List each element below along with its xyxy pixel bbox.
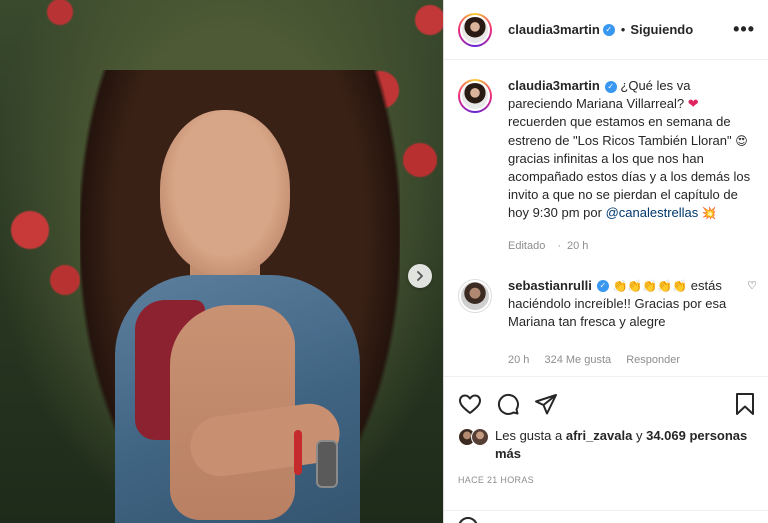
likes-text: Les gusta a afri_zavala y 34.069 persona… [495, 427, 755, 463]
clap-emoji-icon: 👏👏👏👏👏 [612, 278, 688, 293]
comment-icon [497, 393, 519, 415]
post-actions: Les gusta a afri_zavala y 34.069 persona… [444, 376, 768, 485]
share-icon [535, 394, 557, 415]
heart-eyes-emoji-icon: 😍 [735, 133, 748, 148]
likes-connector: y [635, 428, 643, 443]
photo-bracelet [294, 430, 302, 475]
comment-button[interactable] [496, 392, 520, 416]
photo-face [160, 110, 290, 275]
comment-likes[interactable]: 324 Me gusta [544, 354, 611, 366]
comment-username[interactable]: sebastianrulli [508, 278, 592, 293]
caption-dot: · [557, 239, 561, 252]
likes-summary: Les gusta a afri_zavala y 34.069 persona… [458, 427, 755, 463]
author-username[interactable]: claudia3martin [508, 22, 600, 37]
like-button[interactable] [458, 393, 482, 415]
comment-text: sebastianrulli ✓ 👏👏👏👏👏 estás haciéndolo i… [508, 277, 737, 332]
caption-text: claudia3martin ✓ ¿Qué les va pareciendo M… [508, 77, 755, 223]
caption-meta: Editado · 20 h [508, 237, 755, 255]
bookmark-icon [736, 393, 754, 415]
share-button[interactable] [534, 392, 558, 416]
commenter-avatar[interactable] [458, 278, 492, 313]
next-image-button[interactable] [408, 264, 432, 288]
save-button[interactable] [735, 392, 755, 416]
liker-username-link[interactable]: afri_zavala [566, 428, 633, 443]
post-header: claudia3martin ✓ • Siguiendo ••• [444, 0, 768, 60]
reply-button[interactable]: Responder [626, 354, 680, 366]
action-icons [458, 389, 755, 419]
header-separator: • [620, 22, 626, 37]
post-timestamp[interactable]: HACE 21 HORAS [458, 475, 755, 485]
verified-badge-icon: ✓ [596, 280, 609, 293]
caption-time[interactable]: 20 h [567, 240, 588, 252]
post-image[interactable] [0, 0, 443, 523]
comment-like-icon[interactable]: ♡ [747, 279, 757, 292]
caption-username[interactable]: claudia3martin [508, 78, 600, 93]
caption-mention-link[interactable]: @canalestrellas [606, 205, 699, 220]
add-comment-bar[interactable] [444, 510, 768, 523]
comment-time[interactable]: 20 h [508, 354, 529, 366]
verified-badge-icon: ✓ [602, 23, 615, 36]
author-avatar[interactable] [458, 12, 492, 47]
more-options-icon[interactable]: ••• [733, 19, 755, 40]
comment-meta: 20 h 324 Me gusta Responder [508, 351, 737, 369]
photo-watch [316, 440, 338, 488]
likes-prefix: Les gusta a [495, 428, 563, 443]
caption-avatar[interactable] [458, 79, 492, 113]
liker-avatars [458, 428, 489, 446]
heart-icon [459, 394, 481, 414]
heart-emoji-icon: ❤ [687, 96, 699, 112]
comment-item: sebastianrulli ✓ 👏👏👏👏👏 estás haciéndolo i… [444, 255, 768, 370]
follow-status-button[interactable]: Siguiendo [630, 22, 693, 37]
post-panel: claudia3martin ✓ • Siguiendo ••• claudia… [443, 0, 768, 523]
caption: claudia3martin ✓ ¿Qué les va pareciendo M… [444, 61, 768, 255]
comments-section[interactable]: claudia3martin ✓ ¿Qué les va pareciendo M… [444, 61, 768, 376]
verified-badge-icon: ✓ [604, 80, 617, 93]
caption-text-2: recuerden que estamos en semana de estre… [508, 114, 732, 148]
emoji-picker-icon[interactable] [458, 517, 478, 523]
caption-edited-label: Editado [508, 239, 546, 252]
chevron-right-icon [417, 271, 423, 281]
sparkle-emoji-icon: 💥 [701, 206, 717, 221]
